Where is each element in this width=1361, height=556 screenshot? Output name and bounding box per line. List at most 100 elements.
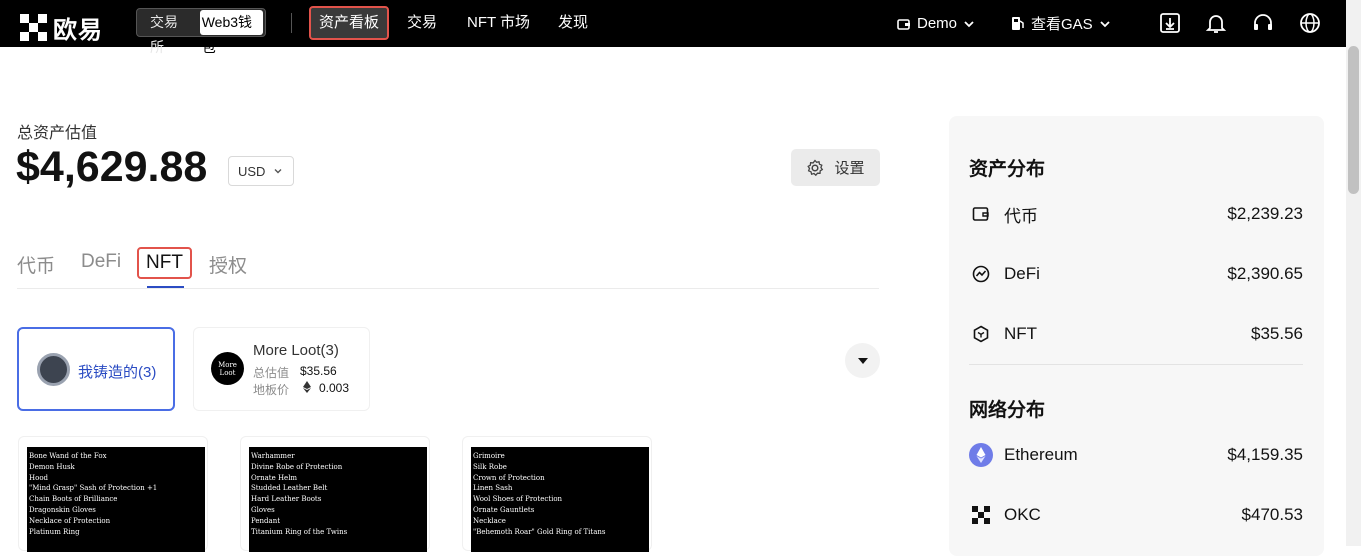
panel-divider — [969, 364, 1303, 365]
total-asset-label: 总资产估值 — [17, 125, 98, 142]
nft-item-line: Titanium Ring of the Twins — [251, 527, 348, 536]
nft-item-line: Grimoire — [473, 452, 505, 460]
more-loot-avatar: More Loot — [211, 352, 244, 385]
okc-icon — [969, 503, 993, 527]
total-asset-value: $4,629.88 — [16, 143, 208, 191]
nft-item-line: Wool Shoes of Protection — [473, 495, 563, 504]
asset-row-nft: NFT $35.56 — [969, 319, 1303, 349]
nft-item-line: Dragonskin Gloves — [29, 505, 96, 514]
distribution-panel: 资产分布 代币 $2,239.23 DeFi $2,390.65 NFT $35… — [949, 116, 1324, 556]
nft-item-line: Silk Robe — [473, 462, 507, 471]
nft-item-line: Chain Boots of Brilliance — [29, 495, 118, 504]
tab-defi[interactable]: DeFi — [81, 251, 121, 273]
collection-title: More Loot(3) — [253, 342, 339, 359]
okx-logo-icon — [20, 14, 47, 41]
nft-item-line: Crown of Protection — [473, 473, 545, 482]
nft-item-line: Necklace — [473, 516, 506, 525]
headset-icon[interactable] — [1251, 11, 1275, 35]
floor-price-value: 0.003 — [319, 381, 350, 395]
nft-item-line: "Mind Grasp" Sash of Protection +1 — [29, 484, 158, 493]
asset-distribution-title: 资产分布 — [969, 159, 1046, 180]
nav-trade[interactable]: 交易 — [407, 6, 437, 40]
nft-item-line: Ornate Gauntlets — [473, 505, 535, 514]
bell-icon[interactable] — [1204, 11, 1228, 35]
network-row-ethereum: Ethereum $4,159.35 — [969, 440, 1303, 470]
nft-card[interactable]: Bone Wand of the Fox Demon Husk Hood "Mi… — [18, 436, 208, 552]
row-label: Ethereum — [1004, 445, 1078, 464]
active-tab-indicator — [147, 286, 184, 288]
caret-down-icon — [857, 357, 868, 364]
expand-collections-button[interactable] — [845, 343, 880, 378]
gas-label: 查看GAS — [1031, 16, 1093, 33]
exchange-wallet-switch: 交易所 Web3钱包 — [136, 8, 266, 55]
ethereum-icon — [969, 443, 993, 467]
tab-approvals[interactable]: 授权 — [209, 251, 247, 278]
row-value: $2,390.65 — [1227, 264, 1303, 283]
nft-item-line: Bone Wand of the Fox — [29, 452, 107, 460]
gas-viewer[interactable]: 查看GAS — [1011, 0, 1111, 47]
row-value: $470.53 — [1241, 505, 1303, 524]
nft-item-line: Divine Robe of Protection — [251, 462, 343, 471]
gas-pump-icon — [1012, 17, 1024, 30]
demo-wallet-selector[interactable]: Demo — [897, 0, 975, 47]
globe-icon[interactable] — [1298, 11, 1322, 35]
row-label: NFT — [1004, 324, 1038, 343]
settings-label: 设置 — [834, 160, 865, 177]
row-value: $35.56 — [1251, 324, 1303, 343]
collection-more-loot[interactable]: More Loot More Loot(3) 总估值 $35.56 地板价 0.… — [193, 327, 370, 411]
network-row-okc: OKC $470.53 — [969, 500, 1303, 530]
nav-asset-dashboard[interactable]: 资产看板 — [309, 6, 390, 40]
row-label: OKC — [1004, 505, 1041, 524]
nav-divider — [291, 13, 292, 33]
nft-item-line: "Behemoth Roar" Gold Ring of Titans — [473, 527, 606, 536]
network-distribution-title: 网络分布 — [969, 400, 1046, 421]
wallet-icon — [897, 18, 910, 30]
nft-item-line: Hood — [29, 473, 49, 482]
chart-circle-icon — [969, 262, 993, 286]
nft-image: Bone Wand of the Fox Demon Husk Hood "Mi… — [27, 447, 205, 552]
nft-item-line: Necklace of Protection — [29, 516, 111, 525]
nft-card[interactable]: Warhammer Divine Robe of Protection Orna… — [240, 436, 430, 552]
logo-text: 欧易 — [53, 17, 103, 44]
okx-logo[interactable]: 欧易 — [20, 10, 103, 45]
nft-item-line: Ornate Helm — [251, 473, 298, 482]
estimate-label: 总估值 — [253, 366, 290, 380]
nft-card[interactable]: Grimoire Silk Robe Crown of Protection L… — [462, 436, 652, 552]
collection-title: 我铸造的(3) — [78, 364, 157, 381]
collection-my-minted[interactable]: 我铸造的(3) — [17, 327, 175, 411]
row-value: $2,239.23 — [1227, 204, 1303, 223]
nav-nft-market[interactable]: NFT 市场 — [467, 6, 530, 40]
nft-item-line: Gloves — [251, 505, 275, 514]
demo-label: Demo — [917, 15, 958, 32]
page-scrollbar[interactable] — [1346, 0, 1361, 546]
floor-price-label: 地板价 — [253, 383, 290, 397]
scrollbar-thumb[interactable] — [1348, 46, 1359, 194]
currency-selector[interactable]: USD — [228, 156, 294, 186]
chevron-down-icon — [1100, 20, 1110, 27]
collection-avatar — [37, 353, 70, 386]
wallet-icon — [969, 202, 993, 226]
asset-row-defi: DeFi $2,390.65 — [969, 259, 1303, 289]
gear-icon — [807, 158, 824, 176]
settings-button[interactable]: 设置 — [791, 149, 880, 186]
nft-image: Warhammer Divine Robe of Protection Orna… — [249, 447, 427, 552]
exchange-switch-button[interactable]: 交易所 — [139, 10, 200, 55]
top-navigation-bar: 欧易 交易所 Web3钱包 资产看板 交易 NFT 市场 发现 Demo 查看G… — [0, 0, 1346, 55]
nft-item-line: Demon Husk — [29, 462, 75, 471]
nft-image: Grimoire Silk Robe Crown of Protection L… — [471, 447, 649, 552]
download-icon[interactable] — [1158, 11, 1182, 35]
row-label: DeFi — [1004, 264, 1040, 283]
estimate-value: $35.56 — [300, 364, 337, 378]
tab-nft[interactable]: NFT — [137, 247, 192, 279]
row-value: $4,159.35 — [1227, 445, 1303, 464]
asset-row-tokens: 代币 $2,239.23 — [969, 199, 1303, 229]
tab-tokens[interactable]: 代币 — [17, 251, 55, 278]
ethereum-icon — [303, 381, 311, 393]
nft-item-line: Studded Leather Belt — [251, 484, 328, 493]
nft-item-line: Linen Sash — [473, 484, 513, 493]
nav-discover[interactable]: 发现 — [558, 6, 588, 40]
web3-wallet-switch-button[interactable]: Web3钱包 — [199, 10, 263, 55]
nft-item-line: Platinum Ring — [29, 527, 80, 536]
nft-item-line: Warhammer — [251, 452, 295, 460]
cube-icon — [969, 322, 993, 346]
